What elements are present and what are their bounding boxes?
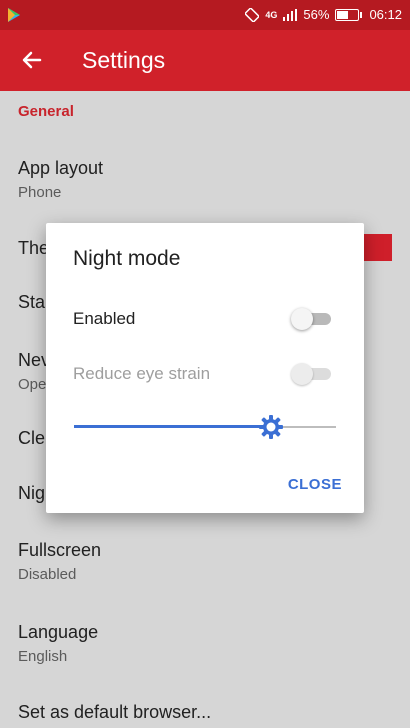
rotation-icon: [245, 7, 260, 22]
pref-fullscreen[interactable]: Fullscreen Disabled: [18, 540, 410, 583]
pref-title: Fullscreen: [18, 540, 102, 560]
switch-thumb: [291, 308, 313, 330]
slider-active-track: [74, 425, 271, 428]
status-icons: 4G 56% 06:12: [245, 7, 402, 22]
page-title: Settings: [82, 47, 166, 73]
enabled-label: Enabled: [73, 309, 136, 328]
pref-summary: Disabled: [18, 566, 77, 583]
reduce-eye-strain-switch[interactable]: [291, 361, 333, 385]
section-header-general: General: [18, 103, 74, 120]
dialog-title: Night mode: [73, 247, 181, 270]
battery-icon: [335, 8, 363, 21]
play-store-icon: [8, 8, 20, 22]
brightness-thumb-icon[interactable]: [257, 413, 285, 441]
pref-app-layout[interactable]: App layout Phone: [18, 158, 410, 201]
night-mode-dialog: Night mode Enabled Reduce eye strain CLO…: [46, 223, 364, 513]
close-button[interactable]: CLOSE: [288, 476, 342, 493]
pref-language[interactable]: Language English: [18, 622, 410, 665]
pref-default-browser[interactable]: Set as default browser...: [18, 702, 410, 723]
brightness-slider[interactable]: [74, 413, 336, 441]
battery-percent: 56%: [303, 7, 330, 22]
pref-summary: Phone: [18, 184, 62, 201]
switch-thumb: [291, 363, 313, 385]
pref-title: App layout: [18, 158, 104, 178]
pref-summary: English: [18, 648, 68, 665]
status-time: 06:12: [369, 7, 402, 22]
back-arrow-icon[interactable]: [18, 46, 46, 74]
reduce-eye-strain-label: Reduce eye strain: [73, 364, 211, 383]
pref-title: Language: [18, 622, 99, 642]
app-bar: Settings: [0, 30, 410, 91]
enabled-switch[interactable]: [291, 306, 333, 330]
pref-title: Set as default browser...: [18, 702, 212, 722]
network-type-label: 4G: [265, 9, 278, 20]
status-bar: 4G 56% 06:12: [0, 0, 410, 30]
signal-icon: [283, 8, 298, 21]
